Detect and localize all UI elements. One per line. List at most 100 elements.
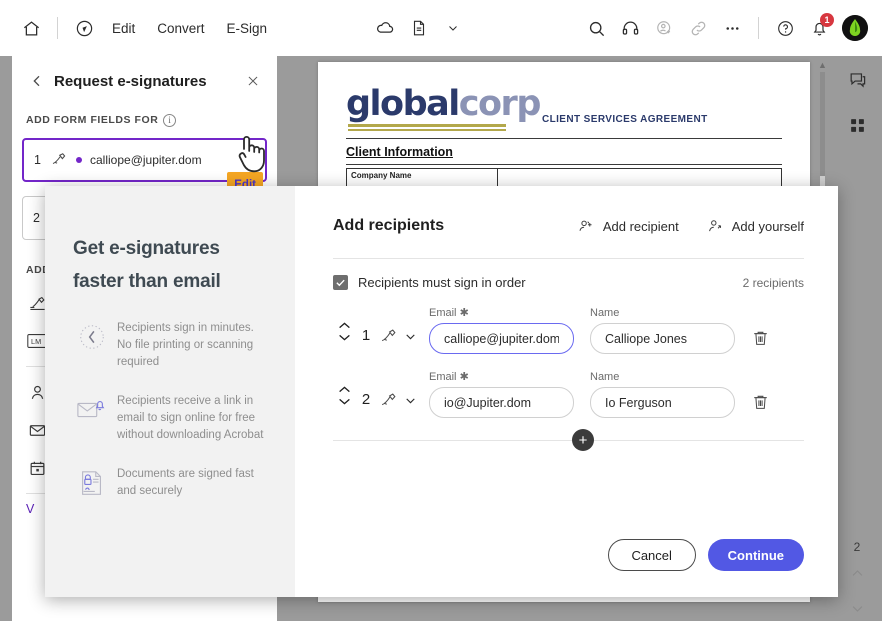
name-field-group: Name xyxy=(590,307,735,354)
page-number: 2 xyxy=(853,540,861,554)
promo-feature-text: Documents are signed fast and securely xyxy=(117,468,254,497)
name-field-group: Name xyxy=(590,371,735,418)
comment-icon[interactable] xyxy=(832,56,882,102)
tab-esign[interactable]: E-Sign xyxy=(216,21,279,36)
logo-text-secondary: corp xyxy=(458,84,542,124)
dialog-header: Add recipients Add recipient Add yoursel… xyxy=(333,216,804,236)
svg-text:LM: LM xyxy=(31,337,41,346)
lock-document-icon xyxy=(73,466,111,500)
recipient-index: 1 xyxy=(34,153,41,167)
document-icon[interactable] xyxy=(402,11,436,45)
home-icon[interactable] xyxy=(14,11,48,45)
promo-feature-text: Recipients sign in minutes. No file prin… xyxy=(117,322,254,368)
more-options-icon[interactable] xyxy=(715,11,749,45)
avatar[interactable] xyxy=(842,15,868,41)
promo-heading-line2: faster than email xyxy=(73,271,221,292)
email-input[interactable] xyxy=(429,323,574,354)
scrollbar-thumb[interactable] xyxy=(820,72,825,176)
back-chevron-icon[interactable] xyxy=(26,70,48,92)
move-up-icon[interactable] xyxy=(338,385,351,397)
chevron-down-icon[interactable] xyxy=(436,11,470,45)
cancel-button[interactable]: Cancel xyxy=(607,539,696,571)
cloud-icon[interactable] xyxy=(368,11,402,45)
add-recipient-icon xyxy=(576,216,596,236)
add-form-fields-label: ADD FORM FIELDS FOR xyxy=(26,114,159,126)
reorder-arrows[interactable] xyxy=(333,321,355,354)
add-row-divider: + xyxy=(333,429,804,451)
trash-icon[interactable] xyxy=(743,392,777,418)
recipient-row: 2 Email ✱ Name xyxy=(333,370,804,418)
headset-icon[interactable] xyxy=(613,11,647,45)
move-down-icon[interactable] xyxy=(338,333,351,345)
recipient-row: 1 Email ✱ Name xyxy=(333,306,804,354)
required-marker: ✱ xyxy=(459,371,469,383)
panel-header: Request e-signatures xyxy=(12,56,277,106)
role-chevron-down-icon[interactable] xyxy=(399,330,421,354)
email-label: Email ✱ xyxy=(429,370,574,383)
help-icon[interactable] xyxy=(768,11,802,45)
email-label: Email ✱ xyxy=(429,306,574,319)
bell-icon[interactable]: 1 xyxy=(802,11,836,45)
document-rule-2 xyxy=(346,164,782,165)
top-toolbar: Edit Convert E-Sign 1 xyxy=(0,0,882,56)
sign-in-order-checkbox[interactable] xyxy=(333,275,348,290)
chevron-up-icon[interactable] xyxy=(832,566,882,581)
dialog-footer: Cancel Continue xyxy=(607,539,804,571)
add-yourself-icon xyxy=(705,216,725,236)
close-icon[interactable] xyxy=(243,71,263,91)
dialog-promo-panel: Get e-signatures faster than email Recip… xyxy=(45,186,295,597)
email-field-group: Email ✱ xyxy=(429,306,574,354)
plus-icon[interactable]: + xyxy=(572,429,594,451)
email-input[interactable] xyxy=(429,387,574,418)
add-yourself-button[interactable]: Add yourself xyxy=(705,216,804,236)
tab-convert[interactable]: Convert xyxy=(146,21,215,36)
role-chevron-down-icon[interactable] xyxy=(399,394,421,418)
document-field-label: Company Name xyxy=(351,171,412,180)
add-yourself-label: Add yourself xyxy=(731,218,804,234)
name-input[interactable] xyxy=(590,323,735,354)
search-icon[interactable] xyxy=(579,11,613,45)
signature-pen-icon[interactable] xyxy=(377,390,399,418)
recipient-email: calliope@jupiter.dom xyxy=(90,153,202,167)
info-icon[interactable]: i xyxy=(163,113,177,127)
email-label-text: Email xyxy=(429,307,457,319)
continue-button[interactable]: Continue xyxy=(707,539,804,571)
clock-icon xyxy=(73,320,111,371)
add-form-fields-label-row: ADD FORM FIELDS FOR i xyxy=(12,106,277,134)
reorder-arrows[interactable] xyxy=(333,385,355,418)
add-person-icon[interactable] xyxy=(647,11,681,45)
toolbar-divider-2 xyxy=(758,17,759,39)
select-tool-icon[interactable] xyxy=(67,11,101,45)
email-label-text: Email xyxy=(429,371,457,383)
name-input[interactable] xyxy=(590,387,735,418)
recipient-count: 2 recipients xyxy=(742,275,804,290)
application-window: Edit Convert E-Sign 1 Request e-signatur… xyxy=(0,0,882,621)
all-tools-grid-icon[interactable] xyxy=(832,102,882,148)
notification-badge: 1 xyxy=(820,13,834,27)
required-marker: ✱ xyxy=(459,307,469,319)
signature-pen-icon[interactable] xyxy=(377,326,399,354)
promo-heading-line1: Get e-signatures xyxy=(73,238,220,259)
promo-feature-text: Recipients receive a link in email to si… xyxy=(117,395,264,441)
tab-edit[interactable]: Edit xyxy=(101,21,146,36)
chevron-down-icon[interactable] xyxy=(832,601,882,616)
document-heading: Client Information xyxy=(346,145,453,159)
move-up-icon[interactable] xyxy=(338,321,351,333)
signature-pen-icon xyxy=(50,150,70,170)
document-rule xyxy=(346,138,782,139)
move-down-icon[interactable] xyxy=(338,397,351,409)
logo-underline-2 xyxy=(348,129,506,131)
sign-in-order-label: Recipients must sign in order xyxy=(358,275,526,290)
panel-title: Request e-signatures xyxy=(54,72,207,90)
link-icon[interactable] xyxy=(681,11,715,45)
recipient-order-number: 1 xyxy=(361,327,371,344)
company-logo: globalcorp CLIENT SERVICES AGREEMENT xyxy=(346,84,782,136)
trash-icon[interactable] xyxy=(743,328,777,354)
promo-feature-2: Recipients receive a link in email to si… xyxy=(73,393,271,444)
email-field-group: Email ✱ xyxy=(429,370,574,418)
logo-underline-1 xyxy=(348,124,506,127)
add-recipient-button[interactable]: Add recipient xyxy=(576,216,679,236)
scroll-up-arrow[interactable]: ▲ xyxy=(818,60,827,70)
logo-text-primary: global xyxy=(346,84,460,124)
right-rail: 2 xyxy=(832,56,882,621)
